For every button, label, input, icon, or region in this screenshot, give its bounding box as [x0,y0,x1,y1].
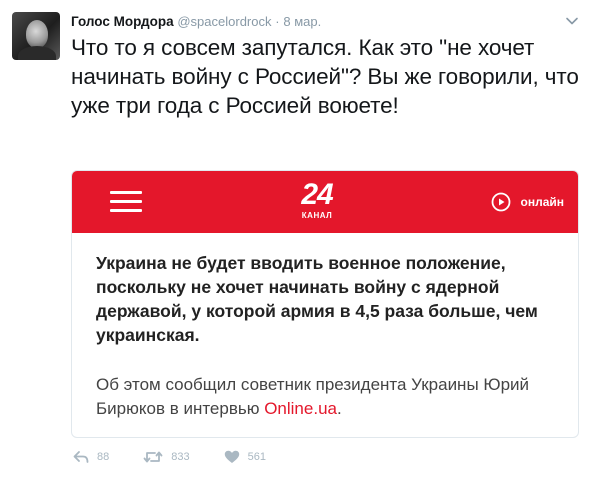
live-label: онлайн [520,195,565,209]
card-headline: Украина не будет вводить военное положен… [96,253,538,345]
author-name[interactable]: Голос Мордора [71,14,174,29]
reply-icon [73,451,89,463]
play-circle-icon [491,192,510,212]
logo-number: 24 [301,178,333,211]
link-card[interactable]: 24 КАНАЛ онлайн Украина не будет вводить… [71,170,579,438]
card-banner: 24 КАНАЛ онлайн [72,171,578,233]
retweet-button[interactable]: 833 [143,450,190,464]
channel-logo: 24 КАНАЛ [282,179,352,227]
card-body: Об этом сообщил советник президента Укра… [96,373,566,421]
reply-button[interactable]: 88 [73,450,109,464]
separator: · [275,14,280,29]
tweet-actions: 88 833 561 [73,447,300,467]
logo-subtitle: КАНАЛ [301,211,333,220]
tweet-header: Голос Мордора @spacelordrock · 8 мар. [71,12,581,32]
retweet-count: 833 [171,451,190,463]
avatar-body [18,46,56,60]
like-button[interactable]: 561 [224,450,266,464]
live-button: онлайн [491,191,565,213]
avatar-face [26,20,48,48]
reply-count: 88 [97,451,110,463]
author-handle[interactable]: @spacelordrock [177,14,271,29]
heart-icon [224,450,239,463]
chevron-down-icon[interactable] [565,14,579,28]
tweet-date[interactable]: 8 мар. [283,14,321,29]
retweet-icon [143,451,163,463]
card-body-end: . [336,399,342,418]
avatar[interactable] [12,12,60,60]
like-count: 561 [247,451,266,463]
hamburger-icon [110,189,142,215]
tweet-text: Что то я совсем запутался. Как это "не х… [71,35,579,118]
card-body-link[interactable]: Online.ua [264,399,337,418]
